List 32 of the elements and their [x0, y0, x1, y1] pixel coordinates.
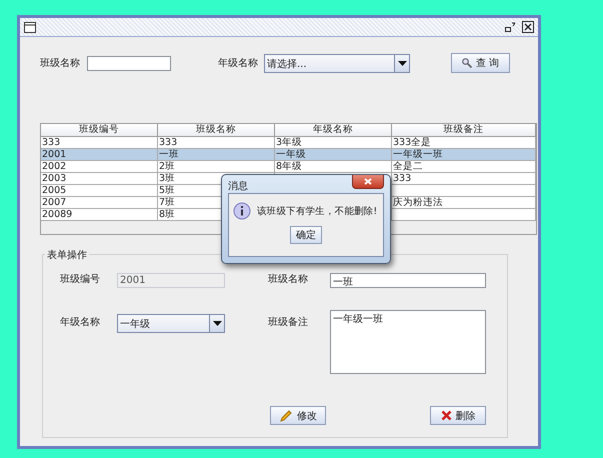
table-cell: 2班 — [159, 161, 176, 172]
table-cell: 全是二 — [393, 161, 423, 172]
panel-title: 表单操作 — [45, 248, 89, 262]
dialog-message: 该班级下有学生，不能删除! — [257, 204, 377, 218]
table-cell: 5班 — [159, 185, 176, 196]
table-cell: 3年级 — [276, 137, 302, 148]
table-cell: 8班 — [159, 209, 176, 220]
table-cell: 333 — [159, 137, 178, 148]
table-cell: 2005 — [42, 185, 66, 196]
dialog-title: 消息 — [228, 180, 248, 193]
field-label: 年级名称 — [60, 316, 101, 330]
field-label: 班级备注 — [268, 316, 309, 330]
table-cell: 2002 — [42, 161, 66, 172]
table-cell: 333 — [393, 173, 412, 184]
field-label: 班级编号 — [60, 272, 101, 287]
table-cell: 2001 — [42, 149, 66, 160]
field-label: 班级名称 — [268, 272, 309, 287]
table-cell: 333 — [42, 137, 60, 148]
table-cell: 一年级一班 — [393, 149, 443, 160]
table-cell: 一班 — [159, 149, 179, 160]
table-cell: 一年级 — [276, 149, 306, 160]
table-cell: 333全是 — [393, 137, 432, 148]
table-cell: 20089 — [42, 209, 72, 220]
table-cell: 8年级 — [276, 161, 302, 172]
table-cell: 2003 — [42, 173, 66, 184]
field-label: 年级名称 — [218, 57, 259, 70]
table-cell: 3班 — [159, 173, 176, 184]
class-id-field: 2001 — [117, 272, 225, 288]
field-label: 班级名称 — [40, 56, 81, 70]
table-cell: 庆为粉违法 — [393, 197, 443, 208]
table-cell: 2007 — [42, 197, 66, 208]
table-cell: 7班 — [159, 197, 176, 208]
